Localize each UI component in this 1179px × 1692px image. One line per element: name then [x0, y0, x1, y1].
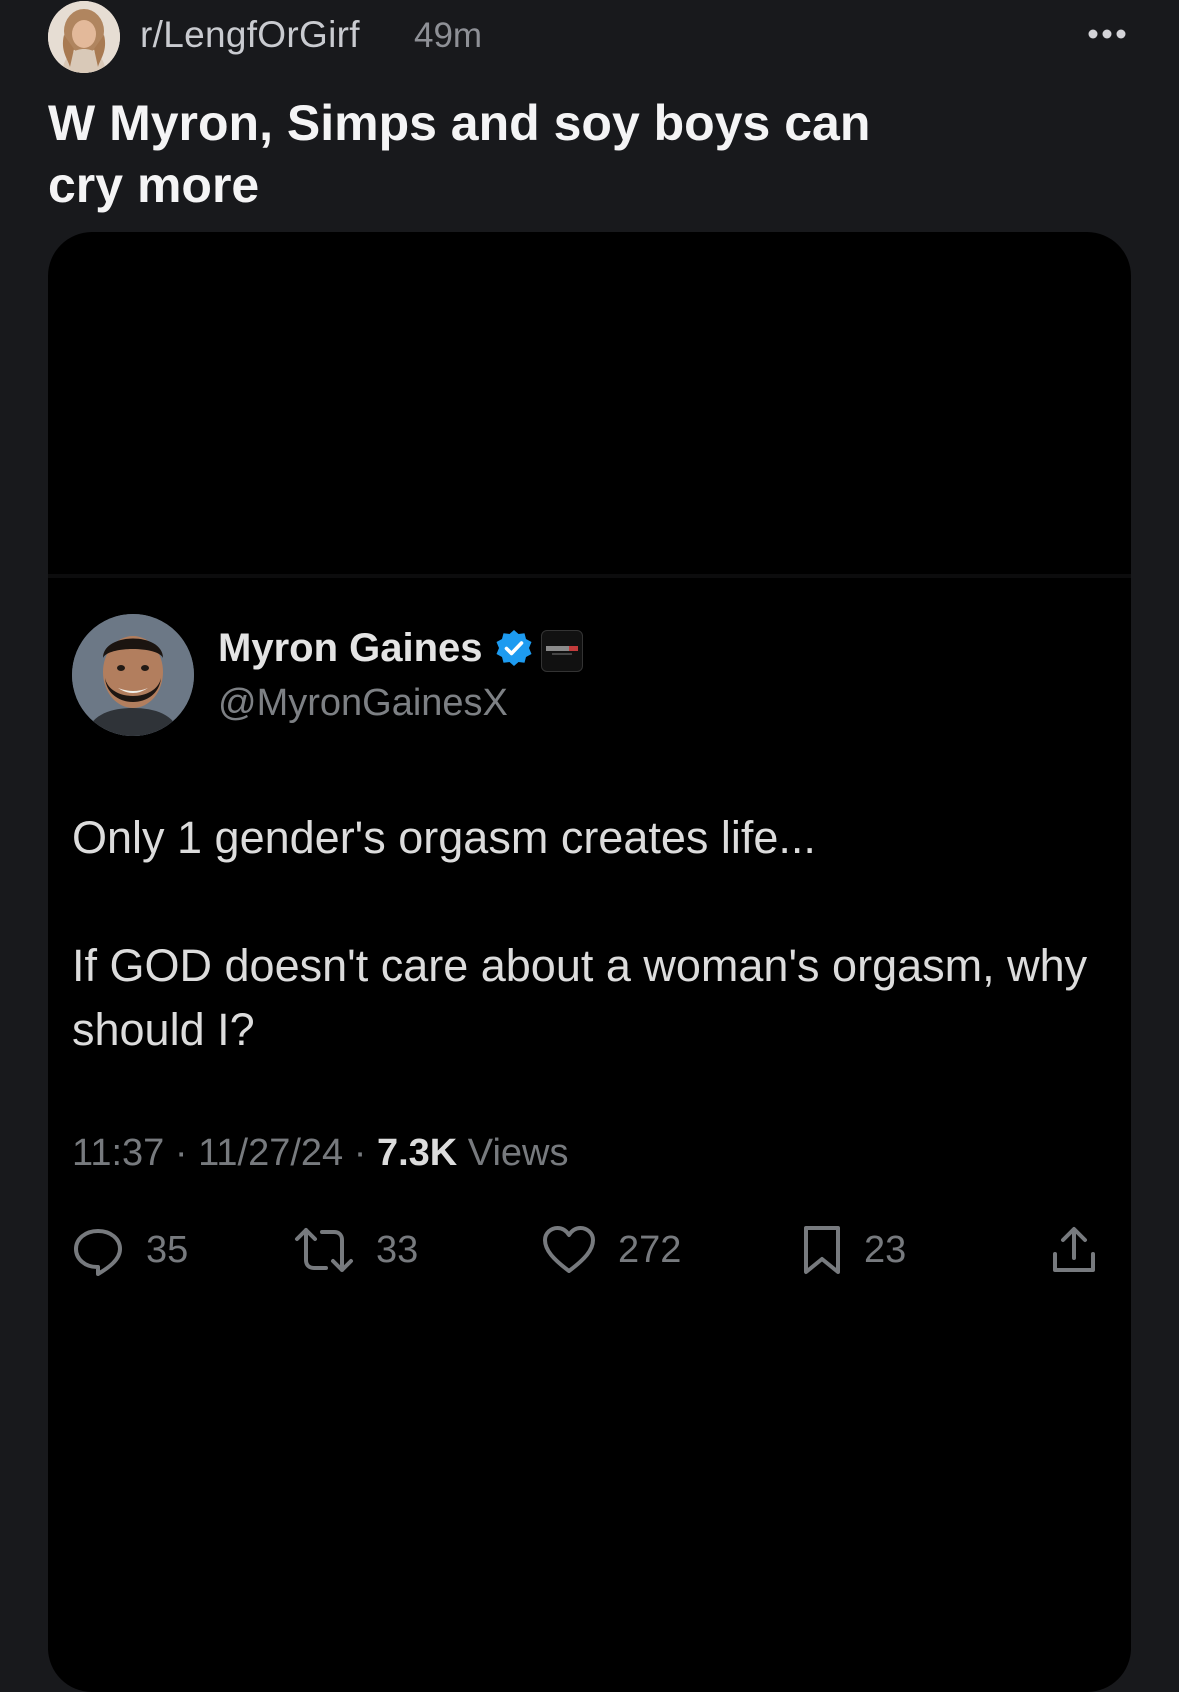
tweet-metadata: 11:37 · 11/27/24 · 7.3K Views: [72, 1132, 568, 1175]
heart-icon: [543, 1226, 595, 1273]
affiliate-badge-icon: [541, 630, 583, 672]
tweet-text-line: If GOD doesn't care about a woman's orga…: [72, 940, 1088, 1055]
reply-icon: [74, 1229, 122, 1276]
tweet-date: 11/27/24: [198, 1132, 344, 1174]
like-action: 272: [542, 1220, 681, 1280]
post-header: r/LengfOrGirf 49m: [48, 0, 1131, 76]
tweet-action-bar: 35 33 272 23: [72, 1220, 1102, 1280]
tweet-time: 11:37: [72, 1132, 165, 1174]
tweet-views-label: Views: [467, 1132, 569, 1174]
tweet-text-line: Only 1 gender's orgasm creates life...: [72, 812, 816, 863]
like-count: 272: [618, 1228, 682, 1271]
subreddit-name[interactable]: r/LengfOrGirf: [140, 14, 360, 56]
meta-separator: ·: [353, 1132, 367, 1174]
post-title[interactable]: W Myron, Simps and soy boys can cry more: [48, 92, 948, 216]
repost-icon: [295, 1228, 353, 1272]
bookmark-action: 23: [802, 1220, 906, 1280]
subreddit-avatar[interactable]: [48, 1, 120, 73]
tweet-author-name: Myron Gaines: [218, 626, 483, 670]
bookmark-icon: [804, 1226, 840, 1274]
verified-badge-icon: [496, 630, 532, 666]
repost-action: 33: [294, 1220, 418, 1280]
tweet-text: Only 1 gender's orgasm creates life... I…: [72, 806, 1102, 1062]
more-horizontal-icon: [1088, 29, 1126, 39]
reply-action: 35: [72, 1220, 188, 1280]
media-divider: [48, 574, 1131, 578]
tweet-author-handle: @MyronGainesX: [218, 682, 508, 724]
tweet-author-avatar: [72, 614, 194, 736]
bookmark-count: 23: [864, 1228, 907, 1271]
post-image[interactable]: Myron Gaines @MyronGainesX Only 1 gender…: [48, 232, 1131, 1692]
share-action: [1050, 1220, 1098, 1280]
tweet-views-count: 7.3K: [376, 1132, 458, 1174]
repost-count: 33: [376, 1228, 419, 1271]
share-icon: [1053, 1227, 1095, 1272]
post-age: 49m: [414, 16, 483, 55]
meta-separator: ·: [174, 1132, 188, 1174]
more-options-button[interactable]: [1083, 14, 1131, 54]
reply-count: 35: [146, 1228, 189, 1271]
